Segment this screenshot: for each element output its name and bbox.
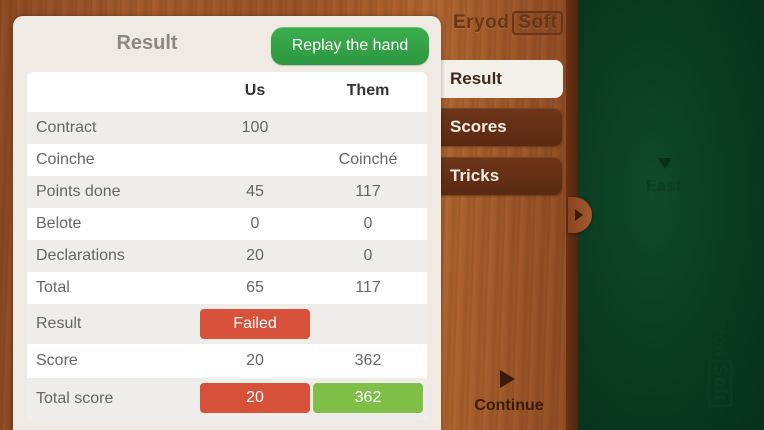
table-row: Total 65 117 xyxy=(27,272,427,304)
result-failed-badge: Failed xyxy=(200,309,310,339)
continue-label: Continue xyxy=(474,397,544,414)
table-row: Points done 45 117 xyxy=(27,176,427,208)
row-label: Total score xyxy=(36,390,114,407)
table-row: Belote 0 0 xyxy=(27,208,427,240)
row-them-value: Coinché xyxy=(338,151,398,168)
row-them-value: 117 xyxy=(355,279,381,296)
row-them-value: 0 xyxy=(363,247,373,264)
play-icon xyxy=(500,370,515,388)
result-panel: Result Replay the hand Us Them Contract … xyxy=(13,16,441,430)
tab-scores[interactable]: Scores xyxy=(440,108,562,146)
table-row: Contract 100 xyxy=(27,112,427,144)
east-player-label: East xyxy=(646,178,682,195)
row-label: Declarations xyxy=(36,247,125,264)
row-us-value: 0 xyxy=(250,215,260,232)
total-score-them-badge: 362 xyxy=(313,383,423,413)
table-logo: EryodSoft xyxy=(700,300,740,410)
tab-result[interactable]: Result xyxy=(440,60,563,98)
tab-tricks[interactable]: Tricks xyxy=(440,157,562,195)
brand-logo: Eryod Soft xyxy=(453,11,564,35)
brand-logo-part1: Eryod xyxy=(453,12,510,33)
row-label: Points done xyxy=(36,183,121,200)
row-us-value: 20 xyxy=(246,352,264,369)
table-row: Total score 20 362 xyxy=(27,378,427,420)
row-label: Total xyxy=(36,279,70,296)
table-row: Result Failed xyxy=(27,304,427,344)
row-them-value: 0 xyxy=(363,215,373,232)
panel-title: Result xyxy=(116,32,178,54)
replay-hand-button[interactable]: Replay the hand xyxy=(271,27,429,65)
row-label: Result xyxy=(36,315,82,332)
row-us-value: 65 xyxy=(246,279,264,296)
row-us-value: 45 xyxy=(246,183,264,200)
row-them-value: 117 xyxy=(355,183,381,200)
row-label: Score xyxy=(36,352,78,369)
result-table: Us Them Contract 100 Coinche Coinché Poi… xyxy=(27,72,427,420)
row-us-value: 100 xyxy=(241,119,269,136)
table-row: Score 20 362 xyxy=(27,344,427,378)
table-header-row: Us Them xyxy=(27,72,427,110)
row-label: Belote xyxy=(36,215,82,232)
east-arrow-icon xyxy=(658,158,672,169)
header-them: Them xyxy=(346,82,390,99)
row-label: Contract xyxy=(36,119,97,136)
table-row: Declarations 20 0 xyxy=(27,240,427,272)
header-us: Us xyxy=(244,82,266,99)
continue-button[interactable]: Continue xyxy=(462,364,556,420)
row-us-value: 20 xyxy=(246,247,264,264)
row-label: Coinche xyxy=(36,151,95,168)
row-them-value: 362 xyxy=(354,352,382,369)
brand-logo-part2: Soft xyxy=(512,11,564,35)
table-row: Coinche Coinché xyxy=(27,144,427,176)
table-logo-part1: Eryod xyxy=(710,303,731,358)
table-logo-part2: Soft xyxy=(708,359,733,407)
total-score-us-badge: 20 xyxy=(200,383,310,413)
